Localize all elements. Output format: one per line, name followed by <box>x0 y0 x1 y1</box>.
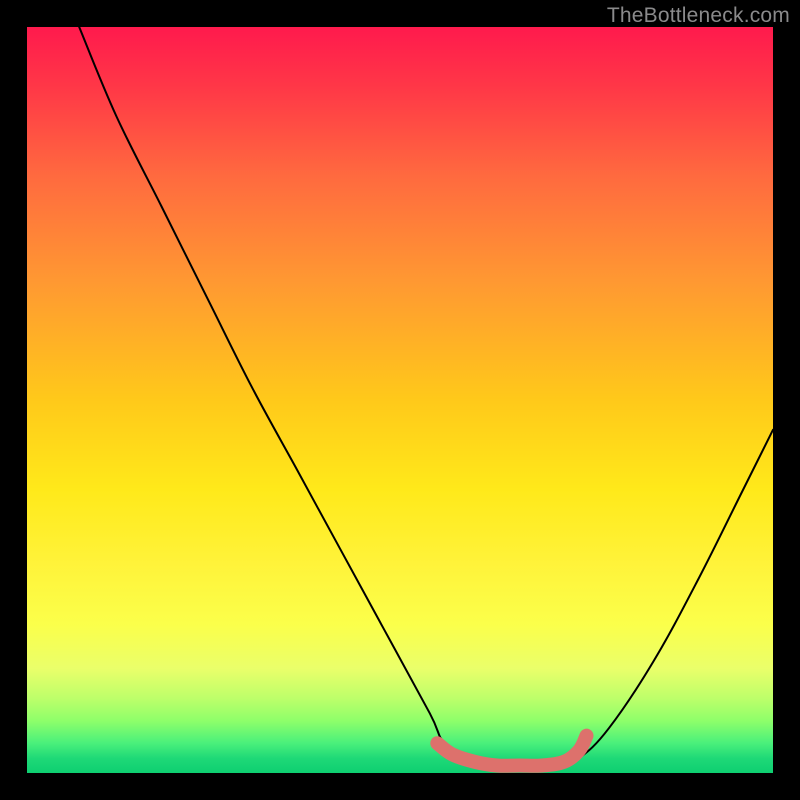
chart-svg <box>27 27 773 773</box>
watermark-text: TheBottleneck.com <box>607 4 790 28</box>
bottleneck-curve <box>79 27 773 767</box>
plot-area <box>27 27 773 773</box>
optimal-band <box>437 736 586 766</box>
chart-frame: TheBottleneck.com <box>0 0 800 800</box>
